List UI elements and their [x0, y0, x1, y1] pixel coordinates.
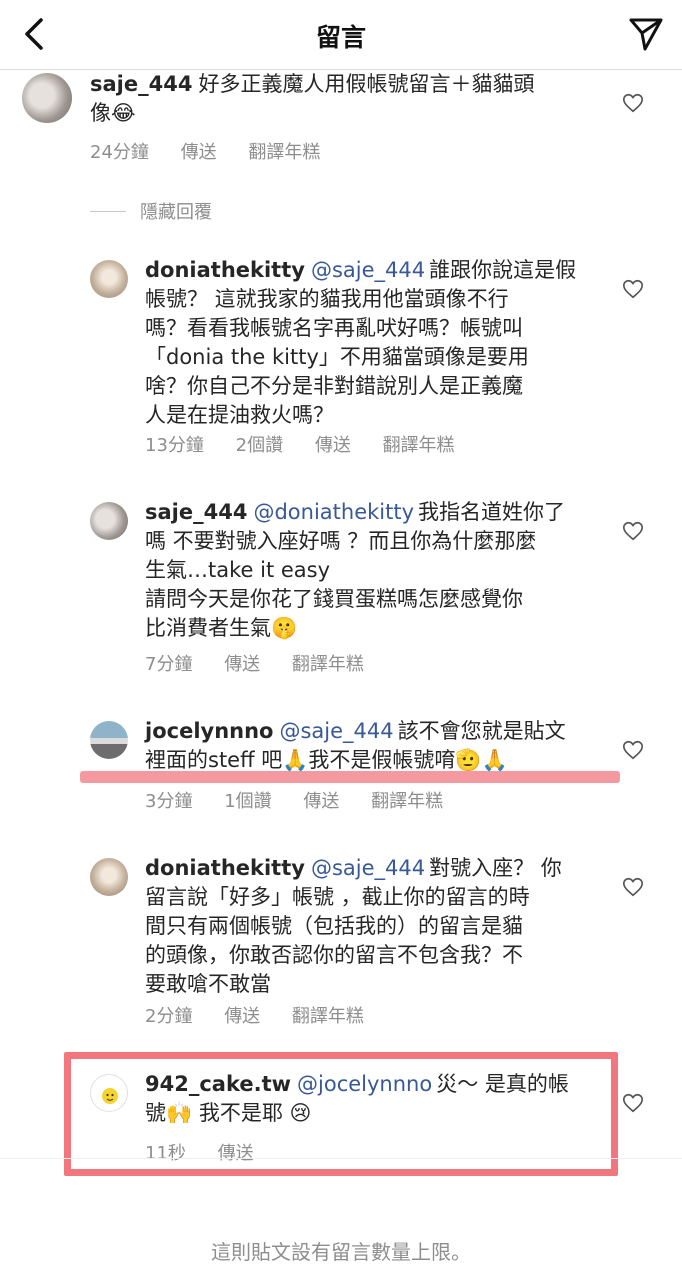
- comment-text-line: 留言說「好多」帳號 ，截止你的留言的時: [145, 885, 530, 909]
- heart-icon[interactable]: [622, 1092, 644, 1114]
- likes-count[interactable]: 1個讚: [224, 791, 271, 812]
- comment-meta: 7分鐘 傳送 翻譯年糕: [145, 650, 390, 676]
- reply-button[interactable]: 傳送: [181, 142, 217, 163]
- divider: [0, 1158, 682, 1159]
- annotation-underline: [80, 771, 620, 783]
- avatar[interactable]: [90, 858, 128, 896]
- paper-plane-icon: [629, 18, 663, 51]
- comment-item: saje_444 好多正義魔人用假帳號留言＋貓貓頭 像😂 24分鐘 傳送 翻譯年糕: [0, 70, 682, 180]
- comment-text-line: 嗎？看看我帳號名字再亂吠好嗎？帳號叫: [145, 316, 523, 340]
- comment-meta: 13分鐘 2個讚 傳送 翻譯年糕: [145, 431, 481, 457]
- reply-button[interactable]: 傳送: [224, 654, 260, 675]
- comment-meta: 2分鐘 傳送 翻譯年糕: [145, 1002, 390, 1028]
- comment-username[interactable]: doniathekitty: [145, 856, 305, 880]
- reply-button[interactable]: 傳送: [303, 791, 339, 812]
- comment-text-line: 嗎 不要對號入座好嗎 ？而且你為什麼那麼: [145, 529, 537, 553]
- comment-text-line: 該不會您就是貼文: [397, 719, 566, 743]
- hidden-replies-toggle[interactable]: 隱藏回覆: [90, 198, 212, 224]
- comment-text-line: 啥？你自己不分是非對錯說別人是正義魔: [145, 374, 523, 398]
- comment-text-line: 要敢嗆不敢當: [145, 972, 271, 996]
- comment-time: 3分鐘: [145, 791, 193, 812]
- comment-meta: 24分鐘 傳送 翻譯年糕: [90, 138, 346, 164]
- comment-time: 13分鐘: [145, 435, 204, 456]
- comment-meta: 3分鐘 1個讚 傳送 翻譯年糕: [145, 787, 469, 813]
- comment-text-line: 「donia the kitty」不用貓當頭像是要用: [145, 345, 529, 369]
- comment-time: 24分鐘: [90, 142, 149, 163]
- comment-time: 2分鐘: [145, 1006, 193, 1027]
- mention-link[interactable]: @saje_444: [279, 719, 393, 743]
- reply-item: jocelynnno @saje_444 該不會您就是貼文 裡面的steff 吧🙏我…: [0, 717, 682, 817]
- comment-text-line: 帳號？ 這就我家的貓我用他當頭像不行: [145, 287, 509, 311]
- heart-icon[interactable]: [622, 520, 644, 542]
- comment-text-line: 對號入座？ 你: [429, 856, 562, 880]
- comment-text-line: 比消費者生氣🤫: [145, 616, 298, 640]
- heart-icon[interactable]: [622, 739, 644, 761]
- comment-text-line: 誰跟你說這是假: [429, 258, 577, 282]
- comment-text-line: 請問今天是你花了錢買蛋糕嗎怎麼感覺你: [145, 587, 523, 611]
- mention-link[interactable]: @saje_444: [311, 856, 425, 880]
- comment-text-line: 我指名道姓你了: [418, 500, 565, 524]
- likes-count[interactable]: 2個讚: [236, 435, 283, 456]
- reply-button[interactable]: 傳送: [224, 1006, 260, 1027]
- page-title: 留言: [315, 23, 366, 52]
- hidden-replies-label: 隱藏回覆: [140, 202, 212, 223]
- translate-button[interactable]: 翻譯年糕: [292, 1006, 364, 1027]
- comment-text-line: 好多正義魔人用假帳號留言＋貓貓頭: [198, 72, 535, 96]
- comment-username[interactable]: doniathekitty: [145, 258, 305, 282]
- avatar[interactable]: [22, 73, 72, 123]
- comment-username[interactable]: saje_444: [145, 500, 247, 524]
- heart-icon[interactable]: [622, 876, 644, 898]
- avatar[interactable]: [90, 502, 128, 540]
- translate-button[interactable]: 翻譯年糕: [292, 654, 364, 675]
- avatar[interactable]: [90, 260, 128, 298]
- comment-text-line: 的頭像，你敢否認你的留言不包含我？不: [145, 943, 523, 967]
- reply-item: doniathekitty @saje_444 誰跟你說這是假 帳號？ 這就我家的貓…: [0, 256, 682, 456]
- avatar[interactable]: [90, 721, 128, 759]
- comment-text-line: 生氣…take it easy: [145, 558, 331, 582]
- reply-item: doniathekitty @saje_444 對號入座？ 你 留言說「好多」帳號 …: [0, 854, 682, 1034]
- translate-button[interactable]: 翻譯年糕: [383, 435, 455, 456]
- mention-link[interactable]: @doniathekitty: [253, 500, 414, 524]
- comment-username[interactable]: jocelynnno: [145, 719, 273, 743]
- heart-icon[interactable]: [622, 278, 644, 300]
- comment-username[interactable]: saje_444: [90, 72, 192, 96]
- top-bar: 留言: [0, 0, 682, 70]
- divider: [90, 210, 126, 212]
- send-button[interactable]: [624, 12, 668, 56]
- translate-button[interactable]: 翻譯年糕: [248, 142, 320, 163]
- mention-link[interactable]: @saje_444: [311, 258, 425, 282]
- reply-button[interactable]: 傳送: [315, 435, 351, 456]
- heart-icon[interactable]: [622, 92, 644, 114]
- comment-text-line: 人是在提油救火嗎？: [145, 403, 334, 427]
- reply-item: saje_444 @doniathekitty 我指名道姓你了 嗎 不要對號入座好嗎…: [0, 498, 682, 678]
- comment-time: 7分鐘: [145, 654, 193, 675]
- translate-button[interactable]: 翻譯年糕: [371, 791, 443, 812]
- comment-text-line: 像😂: [90, 101, 136, 125]
- comment-limit-notice: 這則貼文設有留言數量上限。: [211, 1240, 471, 1264]
- comment-text-line: 間只有兩個帳號（包括我的）的留言是貓: [145, 914, 523, 938]
